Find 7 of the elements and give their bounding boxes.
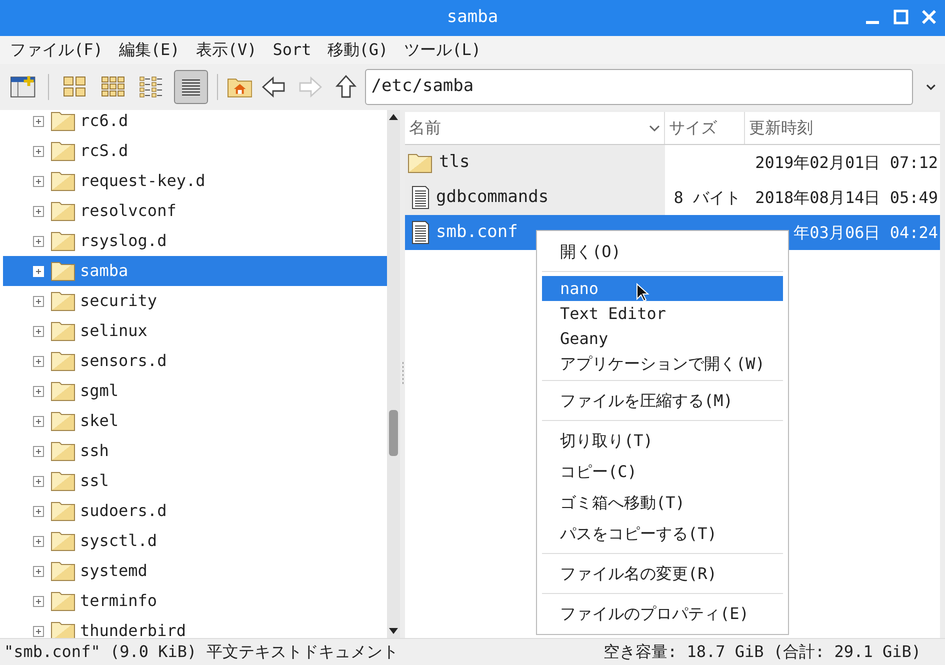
modified-time: 2019年02月01日 07:12 [755,152,938,174]
status-text: "smb.conf" (9.0 KiB) 平文テキストドキュメント [4,641,398,663]
modified-time: 年03月06日 04:24 [794,222,938,244]
window-title: samba [446,6,498,30]
file-size: 8 バイト [674,186,741,208]
free-space-text: 空き容量: 18.7 GiB (合計: 29.1 GiB) [603,641,921,663]
modified-time: 2018年08月14日 05:49 [755,186,938,208]
